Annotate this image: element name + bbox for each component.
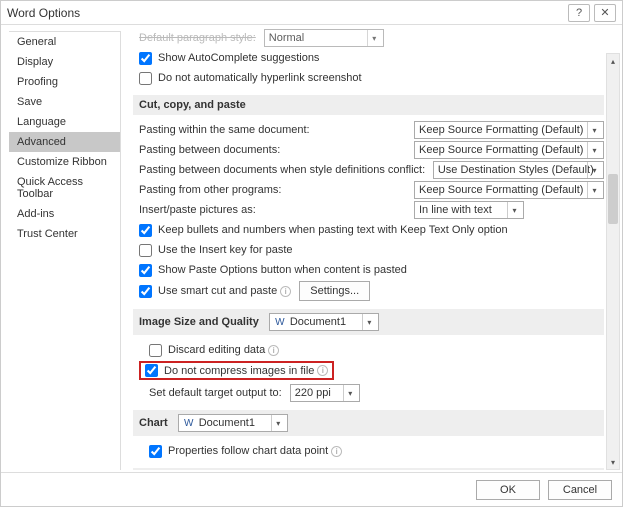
chevron-down-icon: ▾: [587, 182, 601, 198]
section-image-size: Image Size and Quality W Document1 ▾: [133, 309, 604, 335]
chevron-down-icon: ▾: [587, 162, 601, 178]
info-icon: i: [268, 345, 279, 356]
pasting-within-label: Pasting within the same document:: [139, 124, 389, 136]
chevron-down-icon: ▾: [362, 314, 376, 330]
section-chart: Chart W Document1 ▾: [133, 410, 604, 436]
sidebar-item-quick-access[interactable]: Quick Access Toolbar: [9, 172, 120, 204]
insert-key-checkbox[interactable]: Use the Insert key for paste: [139, 244, 293, 257]
highlighted-option: Do not compress images in file i: [139, 361, 334, 380]
insert-pictures-combo[interactable]: In line with text ▾: [414, 201, 524, 219]
scroll-up-arrow[interactable]: ▴: [607, 54, 619, 68]
chevron-down-icon: ▾: [507, 202, 521, 218]
chevron-down-icon: ▾: [367, 30, 381, 46]
discard-editing-checkbox[interactable]: Discard editing data: [149, 344, 265, 357]
content-pane: Default paragraph style: Normal ▾ Show A…: [121, 25, 622, 470]
pasting-between-label: Pasting between documents:: [139, 144, 389, 156]
settings-button[interactable]: Settings...: [299, 281, 370, 301]
info-icon: i: [317, 365, 328, 376]
sidebar-item-display[interactable]: Display: [9, 52, 120, 72]
target-output-label: Set default target output to:: [149, 387, 282, 399]
insert-pictures-label: Insert/paste pictures as:: [139, 204, 389, 216]
chevron-down-icon: ▾: [343, 385, 357, 401]
ok-button[interactable]: OK: [476, 480, 540, 500]
chevron-down-icon: ▾: [587, 122, 601, 138]
paste-options-checkbox[interactable]: Show Paste Options button when content i…: [139, 264, 407, 277]
word-doc-icon: W: [274, 316, 286, 328]
sidebar-item-save[interactable]: Save: [9, 92, 120, 112]
pasting-other-label: Pasting from other programs:: [139, 184, 389, 196]
autocomplete-checkbox[interactable]: Show AutoComplete suggestions: [139, 52, 319, 65]
default-paragraph-combo[interactable]: Normal ▾: [264, 29, 384, 47]
sidebar-item-general[interactable]: General: [9, 32, 120, 52]
window-title: Word Options: [7, 1, 564, 25]
sidebar-item-trust-center[interactable]: Trust Center: [9, 224, 120, 244]
section-show-document: Show document content: [133, 468, 604, 470]
sidebar-item-addins[interactable]: Add-ins: [9, 204, 120, 224]
cancel-button[interactable]: Cancel: [548, 480, 612, 500]
dialog-footer: OK Cancel: [1, 472, 622, 506]
target-output-combo[interactable]: 220 ppi ▾: [290, 384, 360, 402]
chevron-down-icon: ▾: [271, 415, 285, 431]
sidebar-item-customize-ribbon[interactable]: Customize Ribbon: [9, 152, 120, 172]
help-button[interactable]: ?: [568, 4, 590, 22]
chart-properties-checkbox[interactable]: Properties follow chart data point: [149, 445, 328, 458]
chevron-down-icon: ▾: [587, 142, 601, 158]
sidebar-item-advanced[interactable]: Advanced: [9, 132, 120, 152]
word-doc-icon: W: [183, 417, 195, 429]
chart-document-combo[interactable]: W Document1 ▾: [178, 414, 288, 432]
default-paragraph-label: Default paragraph style:: [139, 32, 256, 44]
sidebar: General Display Proofing Save Language A…: [9, 31, 121, 470]
pasting-other-combo[interactable]: Keep Source Formatting (Default) ▾: [414, 181, 604, 199]
pasting-within-combo[interactable]: Keep Source Formatting (Default) ▾: [414, 121, 604, 139]
pasting-between-combo[interactable]: Keep Source Formatting (Default) ▾: [414, 141, 604, 159]
sidebar-item-proofing[interactable]: Proofing: [9, 72, 120, 92]
close-button[interactable]: ✕: [594, 4, 616, 22]
sidebar-item-language[interactable]: Language: [9, 112, 120, 132]
smart-cut-checkbox[interactable]: Use smart cut and paste: [139, 285, 277, 298]
image-document-combo[interactable]: W Document1 ▾: [269, 313, 379, 331]
section-cut-copy-paste: Cut, copy, and paste: [133, 95, 604, 115]
info-icon: i: [280, 286, 291, 297]
scroll-down-arrow[interactable]: ▾: [607, 455, 619, 469]
titlebar: Word Options ? ✕: [1, 1, 622, 25]
pasting-between-styles-combo[interactable]: Use Destination Styles (Default) ▾: [433, 161, 604, 179]
keep-bullets-checkbox[interactable]: Keep bullets and numbers when pasting te…: [139, 224, 508, 237]
scroll-thumb[interactable]: [608, 174, 618, 224]
vertical-scrollbar[interactable]: ▴ ▾: [606, 53, 620, 470]
no-compress-checkbox[interactable]: Do not compress images in file: [145, 364, 314, 377]
pasting-between-styles-label: Pasting between documents when style def…: [139, 164, 433, 176]
info-icon: i: [331, 446, 342, 457]
hyperlink-screenshot-checkbox[interactable]: Do not automatically hyperlink screensho…: [139, 72, 362, 85]
